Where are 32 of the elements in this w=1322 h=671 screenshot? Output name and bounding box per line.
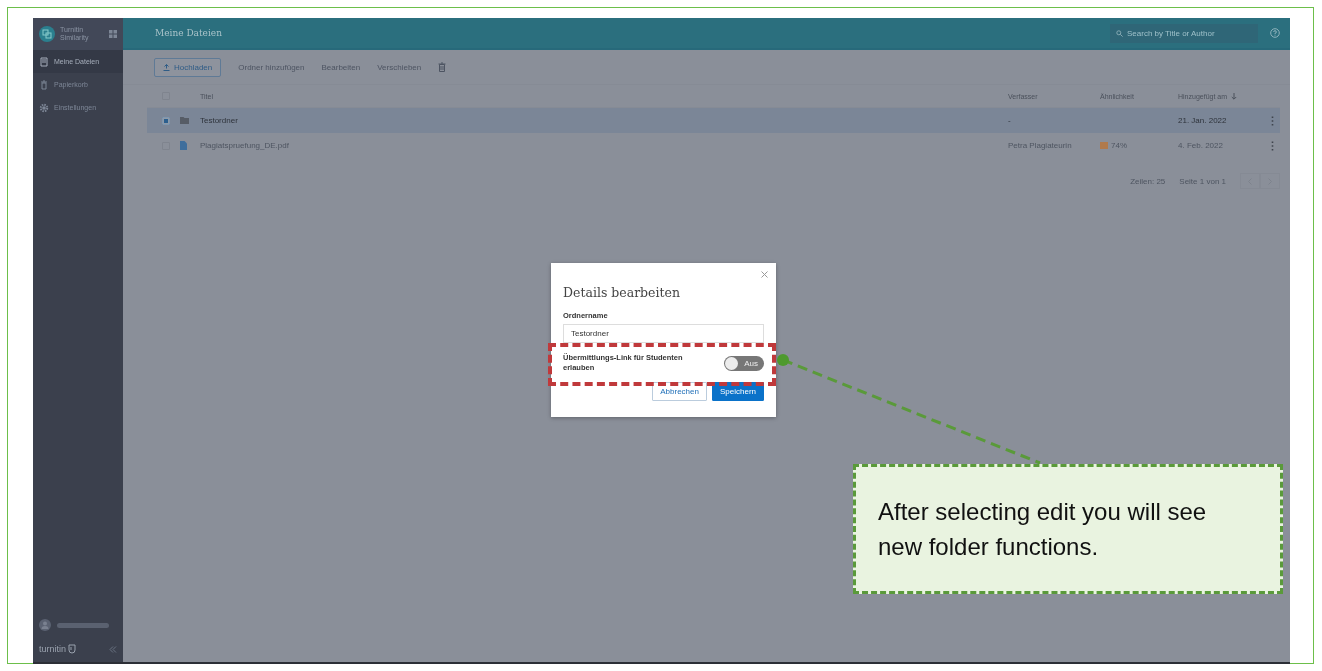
footer-logo: turnitin <box>39 644 66 654</box>
close-icon[interactable] <box>761 271 768 278</box>
author-cell-text: - <box>1008 116 1012 125</box>
collapse-icon[interactable] <box>109 645 117 653</box>
upload-icon <box>163 63 170 71</box>
folder-icon <box>180 117 189 124</box>
more-options-icon[interactable] <box>1270 115 1274 126</box>
logo-icon <box>68 644 77 654</box>
folder-name-field[interactable]: Testordner <box>563 324 764 343</box>
trash-icon <box>39 79 49 90</box>
sort-arrow-icon[interactable] <box>1231 92 1238 100</box>
document-icon <box>39 56 49 67</box>
callout-text: After selecting edit you will see new folder functions. <box>878 497 1208 562</box>
avatar-icon[interactable] <box>39 619 51 631</box>
date-cell-text: 21. Jan. 2022 <box>1178 116 1228 125</box>
help-icon[interactable] <box>1270 28 1280 38</box>
grid-icon[interactable] <box>109 30 117 38</box>
search-input[interactable]: Search by Title or Author <box>1127 28 1247 38</box>
checkbox[interactable] <box>162 116 170 125</box>
page-title: Meine Dateien <box>155 28 222 38</box>
blurred-username <box>57 622 109 628</box>
search-icon <box>1116 29 1123 37</box>
settings-icon <box>39 102 49 113</box>
dialog-title: Details bearbeiten <box>563 285 681 300</box>
upload-button[interactable]: Hochladen <box>154 57 222 77</box>
trash-icon[interactable] <box>438 62 447 72</box>
file-name[interactable]: Testordner <box>200 116 1008 125</box>
document-icon <box>180 141 187 150</box>
toggle-switch[interactable]: Aus <box>724 355 764 371</box>
logo-icon <box>39 26 55 42</box>
more-options-icon[interactable] <box>1270 140 1274 151</box>
search-field[interactable]: Search by Title or Author <box>1110 23 1258 43</box>
